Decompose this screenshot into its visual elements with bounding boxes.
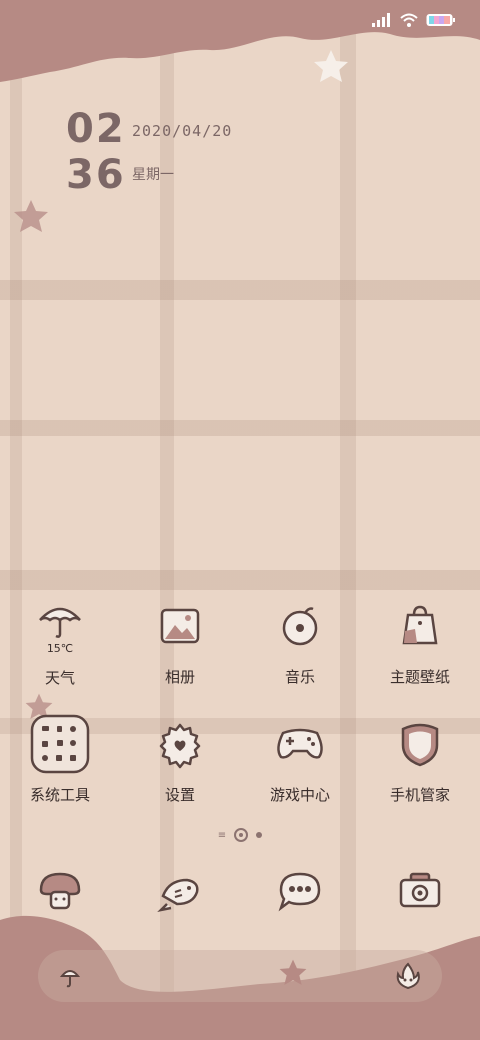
app-system-tools-folder[interactable]: 系统工具 xyxy=(0,714,120,805)
camera-icon xyxy=(399,872,441,908)
app-label-music: 音乐 xyxy=(284,668,315,686)
gamepad-icon xyxy=(270,714,330,774)
app-grid: 15℃ 天气 相册 音乐 主题壁纸 系统工具 设置 游戏中心 手机管家 xyxy=(0,596,480,805)
star-icon xyxy=(279,959,307,985)
app-label-themes: 主题壁纸 xyxy=(389,668,450,686)
clock-date: 2020/04/20 xyxy=(132,122,233,140)
dock-contacts[interactable] xyxy=(120,866,240,916)
app-settings[interactable]: 设置 xyxy=(120,714,240,805)
wifi-icon xyxy=(400,13,418,27)
gear-icon xyxy=(150,714,210,774)
message-bubble-icon xyxy=(278,872,321,912)
app-label-game-center: 游戏中心 xyxy=(269,786,330,804)
battery-icon xyxy=(426,14,455,26)
star-icon xyxy=(14,200,48,232)
dock xyxy=(0,866,480,916)
app-label-gallery: 相册 xyxy=(164,668,195,686)
menu-lines-icon: ≡ xyxy=(217,829,227,841)
photo-frame-icon xyxy=(150,596,210,656)
app-weather[interactable]: 15℃ 天气 xyxy=(0,596,120,688)
app-gallery[interactable]: 相册 xyxy=(120,596,240,688)
star-icon xyxy=(314,50,348,82)
tools-folder-icon xyxy=(30,714,90,774)
app-phone-manager[interactable]: 手机管家 xyxy=(360,714,480,805)
weather-temperature: 15℃ xyxy=(46,642,74,655)
page-indicator[interactable]: ≡ xyxy=(0,828,480,842)
page-dot-active xyxy=(234,828,249,842)
search-bar[interactable] xyxy=(38,950,442,1002)
app-label-system-tools: 系统工具 xyxy=(29,786,90,804)
app-themes[interactable]: 主题壁纸 xyxy=(360,596,480,688)
dock-camera[interactable] xyxy=(360,866,480,916)
signal-icon xyxy=(372,13,390,27)
app-game-center[interactable]: 游戏中心 xyxy=(240,714,360,805)
status-bar xyxy=(372,10,456,30)
dock-phone[interactable] xyxy=(0,866,120,916)
app-label-phone-manager: 手机管家 xyxy=(389,786,450,804)
clock-hour: 02 xyxy=(66,106,126,152)
bag-icon xyxy=(390,596,450,656)
umbrella-search-icon xyxy=(59,970,81,988)
page-dot xyxy=(256,832,263,838)
app-label-settings: 设置 xyxy=(164,786,195,804)
app-label-weather: 天气 xyxy=(44,669,75,687)
clock-widget[interactable]: 02 36 xyxy=(66,106,126,198)
clock-minute: 36 xyxy=(66,152,126,198)
clock-weekday: 星期一 xyxy=(132,167,174,183)
phone-mushroom-icon xyxy=(39,872,81,910)
app-music[interactable]: 音乐 xyxy=(240,596,360,688)
music-disc-icon xyxy=(270,596,330,656)
shield-icon xyxy=(390,714,450,774)
dock-messages[interactable] xyxy=(240,866,360,916)
flame-icon xyxy=(396,962,420,990)
fish-contacts-icon xyxy=(157,878,199,913)
